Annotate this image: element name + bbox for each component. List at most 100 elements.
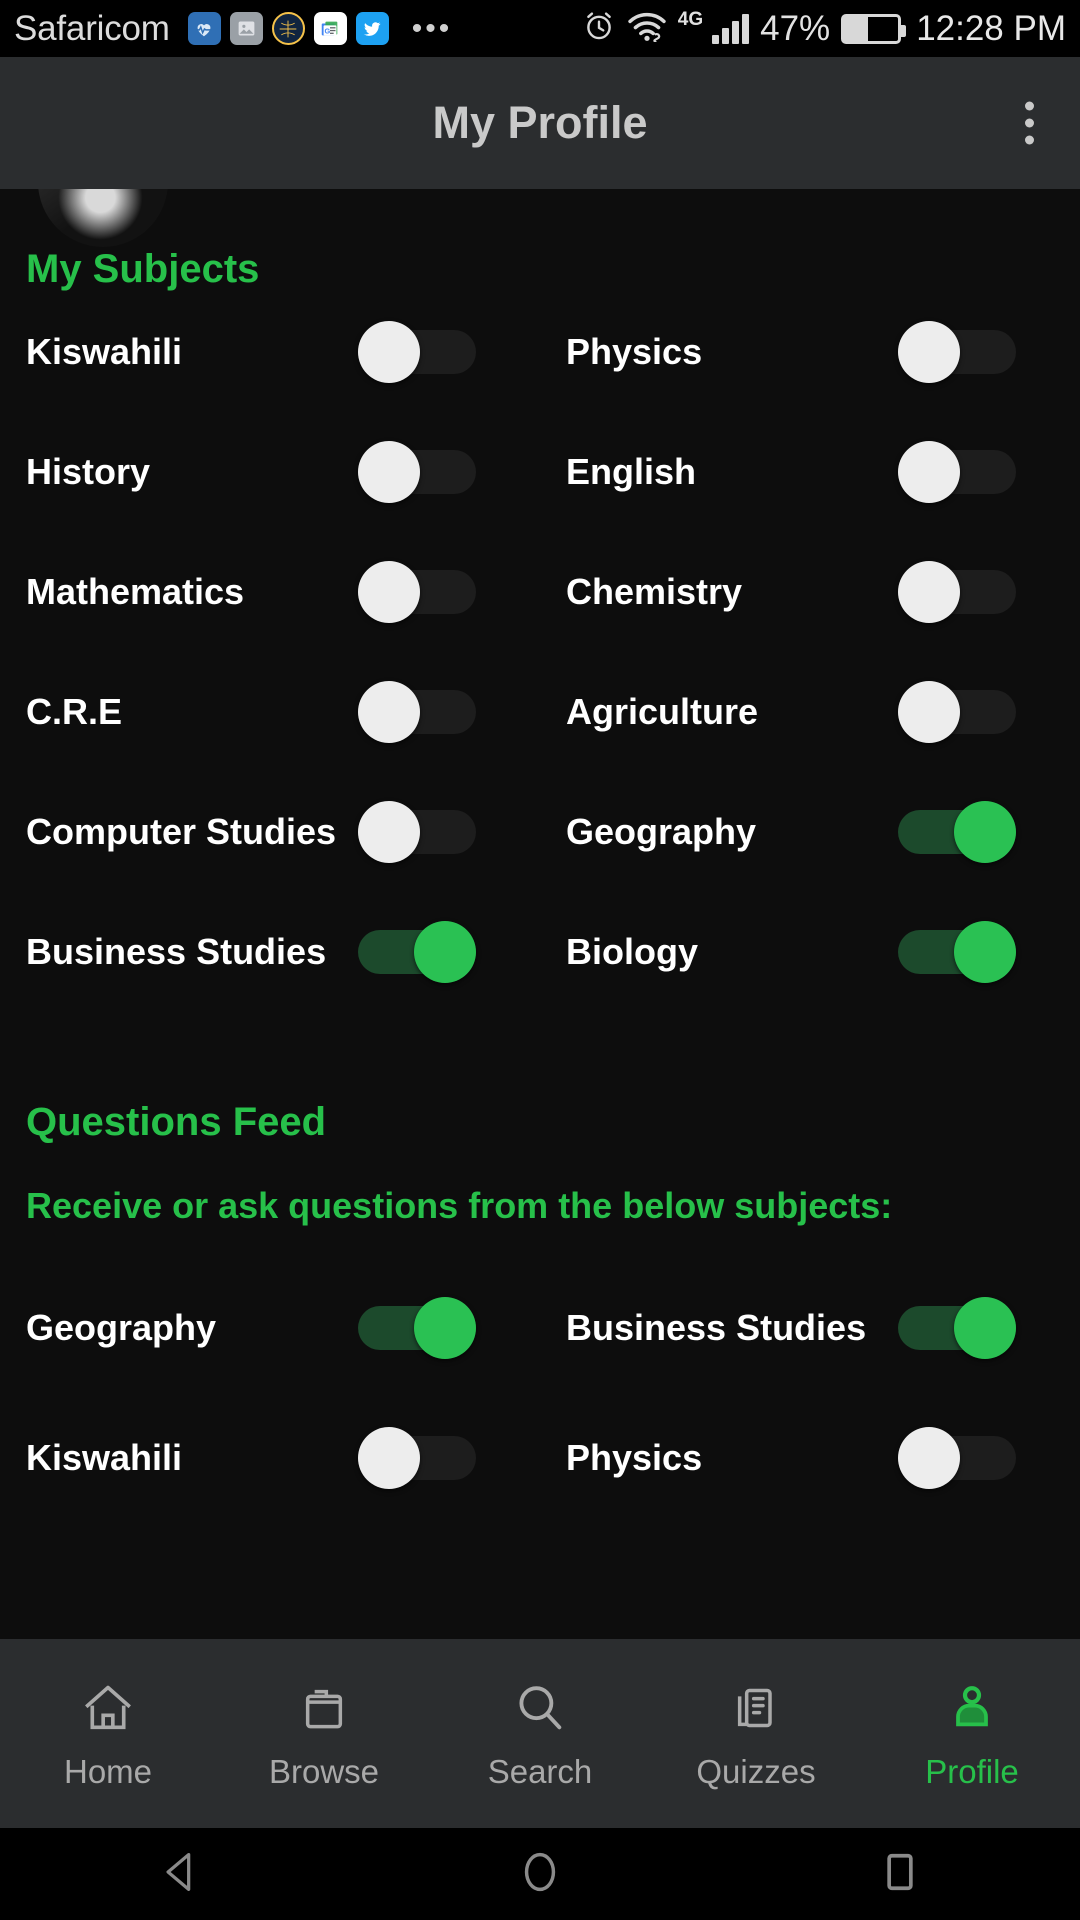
toggle-thumb bbox=[898, 1427, 960, 1489]
battery-percent-label: 47% bbox=[760, 8, 831, 48]
avatar bbox=[38, 189, 168, 247]
toggle-thumb bbox=[358, 441, 420, 503]
subject-row: Agriculture bbox=[540, 652, 1080, 772]
questions-feed-grid: Geography Business Studies Kiswahili Physic… bbox=[0, 1263, 1080, 1523]
subject-row: Kiswahili bbox=[0, 292, 540, 412]
health-icon bbox=[187, 12, 221, 45]
bottom-navigation: Home Browse Search Quizzes Profile bbox=[0, 1639, 1080, 1828]
toggle-thumb bbox=[898, 681, 960, 743]
subject-label: Physics bbox=[566, 1437, 703, 1478]
subject-row: Computer Studies bbox=[0, 772, 540, 892]
subject-toggle[interactable] bbox=[358, 1297, 476, 1359]
google-news-icon: G bbox=[313, 12, 347, 45]
nav-label-quizzes: Quizzes bbox=[696, 1752, 816, 1790]
subject-toggle[interactable] bbox=[898, 1427, 1016, 1489]
subject-label: Biology bbox=[566, 931, 698, 972]
folder-icon bbox=[296, 1677, 352, 1739]
questions-feed-heading: Questions Feed bbox=[26, 1100, 327, 1144]
battery-icon bbox=[841, 13, 907, 44]
subject-row: Physics bbox=[540, 292, 1080, 412]
signal-icon bbox=[712, 13, 750, 44]
overflow-menu-icon[interactable] bbox=[1015, 92, 1044, 155]
profile-content: My Subjects Kiswahili Physics History Engli… bbox=[0, 189, 1080, 1639]
subject-label: Kiswahili bbox=[26, 1437, 183, 1478]
subject-toggle[interactable] bbox=[898, 441, 1016, 503]
toggle-thumb bbox=[358, 561, 420, 623]
svg-text:G: G bbox=[325, 26, 331, 35]
my-subjects-heading: My Subjects bbox=[26, 247, 260, 291]
phone-screen: Safaricom G ••• 4G 47% 12:28 PM My Profi… bbox=[0, 0, 1080, 1920]
basketball-team-icon bbox=[271, 12, 305, 45]
subject-row: Chemistry bbox=[540, 532, 1080, 652]
subject-toggle[interactable] bbox=[898, 681, 1016, 743]
home-circle-icon[interactable] bbox=[454, 1838, 626, 1911]
toggle-thumb bbox=[954, 921, 1016, 983]
subject-toggle[interactable] bbox=[898, 801, 1016, 863]
subject-label: Agriculture bbox=[566, 691, 759, 732]
gallery-icon bbox=[229, 12, 263, 45]
subject-toggle[interactable] bbox=[358, 801, 476, 863]
alarm-icon bbox=[582, 9, 616, 48]
subject-label: Kiswahili bbox=[26, 331, 183, 372]
subject-toggle[interactable] bbox=[898, 321, 1016, 383]
subject-label: C.R.E bbox=[26, 691, 123, 732]
subject-toggle[interactable] bbox=[898, 921, 1016, 983]
feed-subject-row: Geography bbox=[0, 1263, 540, 1393]
subject-toggle[interactable] bbox=[898, 1297, 1016, 1359]
nav-item-profile[interactable]: Profile bbox=[864, 1677, 1080, 1791]
subject-label: Physics bbox=[566, 331, 703, 372]
recents-square-icon[interactable] bbox=[814, 1838, 986, 1911]
app-bar: My Profile bbox=[0, 57, 1080, 189]
home-icon bbox=[79, 1677, 137, 1739]
toggle-thumb bbox=[898, 321, 960, 383]
status-bar: Safaricom G ••• 4G 47% 12:28 PM bbox=[0, 0, 1080, 57]
document-list-icon bbox=[728, 1677, 784, 1739]
nav-item-quizzes[interactable]: Quizzes bbox=[648, 1677, 864, 1791]
toggle-thumb bbox=[358, 801, 420, 863]
questions-feed-subheading: Receive or ask questions from the below … bbox=[26, 1185, 893, 1226]
subject-label: Computer Studies bbox=[26, 811, 337, 852]
subject-toggle[interactable] bbox=[358, 321, 476, 383]
toggle-thumb bbox=[414, 1297, 476, 1359]
subject-toggle[interactable] bbox=[898, 561, 1016, 623]
subject-toggle[interactable] bbox=[358, 921, 476, 983]
twitter-icon bbox=[355, 12, 389, 45]
nav-label-profile: Profile bbox=[925, 1752, 1019, 1790]
search-icon bbox=[511, 1677, 569, 1739]
nav-label-browse: Browse bbox=[268, 1752, 380, 1790]
subject-row: History bbox=[0, 412, 540, 532]
subject-label: Business Studies bbox=[566, 1307, 867, 1348]
notification-icons: G ••• bbox=[187, 12, 453, 45]
subject-label: English bbox=[566, 451, 697, 492]
toggle-thumb bbox=[954, 801, 1016, 863]
system-status-icons: 4G 47% 12:28 PM bbox=[582, 9, 1066, 49]
subject-row: Biology bbox=[540, 892, 1080, 1012]
my-subjects-grid: Kiswahili Physics History English Mathematic… bbox=[0, 292, 1080, 1012]
nav-label-search: Search bbox=[487, 1752, 593, 1790]
subject-toggle[interactable] bbox=[358, 1427, 476, 1489]
toggle-thumb bbox=[358, 321, 420, 383]
subject-toggle[interactable] bbox=[358, 561, 476, 623]
nav-item-home[interactable]: Home bbox=[0, 1677, 216, 1791]
nav-item-search[interactable]: Search bbox=[432, 1677, 648, 1791]
page-title: My Profile bbox=[432, 97, 648, 148]
system-navigation-bar bbox=[0, 1828, 1080, 1920]
toggle-thumb bbox=[358, 1427, 420, 1489]
subject-toggle[interactable] bbox=[358, 681, 476, 743]
feed-subject-row: Kiswahili bbox=[0, 1393, 540, 1523]
subject-row: C.R.E bbox=[0, 652, 540, 772]
carrier-label: Safaricom bbox=[14, 8, 170, 48]
toggle-thumb bbox=[898, 561, 960, 623]
feed-subject-row: Physics bbox=[540, 1393, 1080, 1523]
subject-toggle[interactable] bbox=[358, 441, 476, 503]
nav-label-home: Home bbox=[63, 1752, 153, 1790]
toggle-thumb bbox=[898, 441, 960, 503]
subject-row: Business Studies bbox=[0, 892, 540, 1012]
toggle-thumb bbox=[414, 921, 476, 983]
subject-label: Geography bbox=[566, 811, 757, 852]
back-triangle-icon[interactable] bbox=[94, 1838, 266, 1911]
nav-item-browse[interactable]: Browse bbox=[216, 1677, 432, 1791]
wifi-icon bbox=[627, 10, 667, 47]
subject-row: English bbox=[540, 412, 1080, 532]
clock-label: 12:28 PM bbox=[916, 8, 1066, 48]
